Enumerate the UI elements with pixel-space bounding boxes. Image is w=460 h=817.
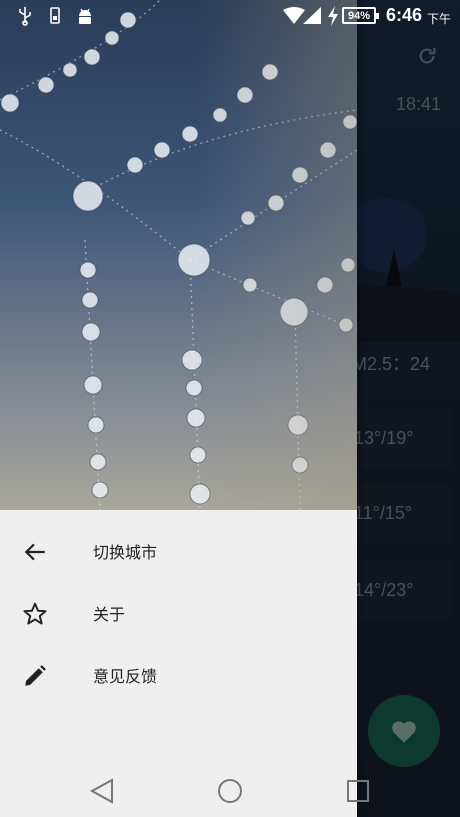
phone-storage-icon: [50, 7, 60, 24]
menu-item-feedback[interactable]: 意见反馈: [0, 644, 357, 706]
recents-square-icon[interactable]: [344, 777, 372, 805]
navigation-drawer: 切换城市 关于 意见反馈: [0, 0, 357, 817]
menu-item-label: 切换城市: [93, 543, 158, 562]
menu-item-label: 关于: [93, 605, 126, 624]
pencil-icon: [25, 665, 46, 686]
menu-item-switch-city[interactable]: 切换城市: [0, 520, 357, 582]
drawer-header-image: [0, 0, 357, 510]
usb-icon: [19, 7, 31, 26]
status-ampm: 下午: [427, 12, 452, 26]
back-triangle-icon[interactable]: [88, 777, 116, 805]
status-bar: 94% 6:46 下午: [0, 0, 460, 32]
wifi-icon: [283, 7, 305, 24]
cellular-signal-icon: [303, 7, 321, 24]
system-navigation-bar: [0, 765, 460, 817]
android-icon: [79, 8, 91, 24]
star-outline-icon: [23, 602, 47, 625]
status-clock: 6:46: [386, 5, 423, 25]
charging-bolt-icon: [328, 6, 338, 26]
dewdrop-web-image: [0, 0, 357, 510]
home-circle-icon[interactable]: [216, 777, 244, 805]
menu-item-about[interactable]: 关于: [0, 582, 357, 644]
menu-item-label: 意见反馈: [93, 667, 158, 686]
battery-icon: 94%: [342, 7, 379, 24]
arrow-back-icon: [24, 543, 45, 561]
